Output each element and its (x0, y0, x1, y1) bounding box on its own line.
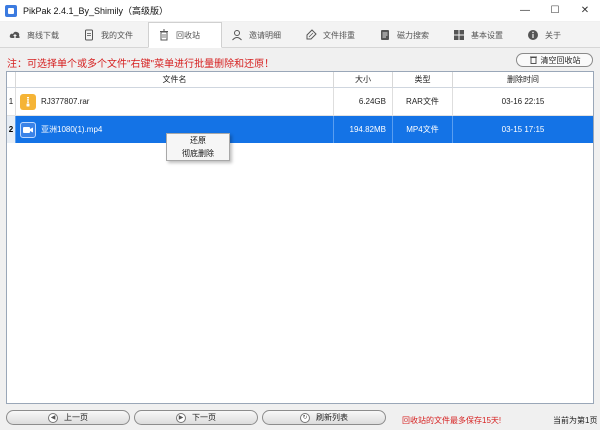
delete-time: 03-15 17:15 (501, 125, 545, 134)
file-name-cell[interactable]: RJ377807.rar (16, 88, 334, 115)
header-size[interactable]: 大小 (334, 72, 393, 88)
context-menu-delete-permanently[interactable]: 彻底删除 (167, 147, 229, 160)
tab-about[interactable]: 关于 (518, 22, 592, 48)
context-menu-restore[interactable]: 还原 (167, 134, 229, 147)
prev-page-button[interactable]: ◀ 上一页 (6, 410, 130, 425)
document-icon (379, 29, 391, 41)
file-name: 亚洲1080(1).mp4 (41, 125, 103, 134)
video-icon (20, 121, 36, 138)
tab-label: 我的文件 (101, 30, 133, 40)
prev-page-label: 上一页 (64, 413, 88, 422)
user-icon (231, 29, 243, 41)
table-row[interactable]: 1 RJ377807.rar 6.24GB RAR文件 03-16 22:15 (7, 88, 593, 115)
tab-label: 文件排重 (323, 30, 355, 40)
window-controls: — ☐ ✕ (510, 0, 600, 21)
clear-recycle-bin-button[interactable]: 清空回收站 (516, 53, 593, 67)
row-number: 1 (7, 88, 16, 115)
table-row-selected[interactable]: 2 亚洲1080(1).mp4 194.82MB MP4文件 03-15 17:… (7, 116, 593, 143)
tab-dedupe[interactable]: 文件排重 (296, 22, 370, 48)
chevron-right-icon: ▶ (176, 412, 186, 423)
tab-my-files[interactable]: 我的文件 (74, 22, 148, 48)
file-icon (83, 29, 95, 41)
row-number: 2 (7, 116, 16, 143)
tab-invite-details[interactable]: 邀请明细 (222, 22, 296, 48)
delete-time: 03-16 22:15 (501, 97, 545, 106)
notice-text: 注：可选择单个或多个文件"右键"菜单进行批量删除和还原！ (7, 59, 275, 70)
refresh-icon: ↻ (300, 412, 310, 423)
header-delete-time[interactable]: 删除时间 (453, 72, 593, 88)
info-icon (527, 29, 539, 41)
tab-bar: 离线下载 我的文件 回收站 邀请明细 文件排重 磁力搜索 基本设置 关于 (0, 22, 600, 48)
close-button[interactable]: ✕ (570, 0, 600, 21)
file-size: 6.24GB (334, 88, 393, 115)
trash-icon (158, 29, 170, 41)
tab-label: 关于 (545, 30, 561, 40)
table-header: 文件名 大小 类型 删除时间 (7, 72, 593, 88)
brush-icon (305, 29, 317, 41)
chevron-left-icon: ◀ (48, 412, 58, 423)
header-type[interactable]: 类型 (393, 72, 453, 88)
file-name: RJ377807.rar (41, 97, 90, 106)
cloud-upload-icon (9, 29, 21, 41)
bottom-bar: ◀ 上一页 ▶ 下一页 ↻ 刷新列表 回收站的文件最多保存15天! 当前为第1页 (0, 406, 600, 430)
window-title: PikPak 2.4.1_By_Shimily（高级版） (23, 6, 169, 16)
title-bar: PikPak 2.4.1_By_Shimily（高级版） — ☐ ✕ (0, 0, 600, 21)
next-page-label: 下一页 (192, 413, 216, 422)
recycle-icon (529, 55, 538, 66)
tab-label: 离线下载 (27, 30, 59, 40)
file-type: RAR文件 (393, 88, 453, 115)
tab-label: 磁力搜索 (397, 30, 429, 40)
header-rownum (7, 72, 16, 88)
tab-label: 回收站 (176, 30, 200, 40)
clear-recycle-bin-label: 清空回收站 (540, 55, 581, 65)
tab-label: 基本设置 (471, 30, 503, 40)
retention-warning: 回收站的文件最多保存15天! (402, 416, 502, 425)
header-filename[interactable]: 文件名 (16, 72, 334, 88)
archive-icon (20, 93, 36, 110)
app-logo-icon (5, 4, 17, 17)
file-type: MP4文件 (393, 116, 453, 143)
minimize-button[interactable]: — (510, 0, 540, 21)
tab-magnet-search[interactable]: 磁力搜索 (370, 22, 444, 48)
context-menu: 还原 彻底删除 (166, 133, 230, 161)
tab-basic-settings[interactable]: 基本设置 (444, 22, 518, 48)
grid-icon (453, 29, 465, 41)
refresh-list-label: 刷新列表 (316, 413, 348, 422)
next-page-button[interactable]: ▶ 下一页 (134, 410, 258, 425)
maximize-button[interactable]: ☐ (540, 0, 570, 21)
tab-offline-download[interactable]: 离线下载 (0, 22, 74, 48)
refresh-list-button[interactable]: ↻ 刷新列表 (262, 410, 386, 425)
file-table: 文件名 大小 类型 删除时间 1 RJ377807.rar 6.24GB RAR… (6, 71, 594, 404)
page-indicator: 当前为第1页 (553, 416, 598, 425)
tab-recycle-bin[interactable]: 回收站 (148, 22, 222, 48)
tab-label: 邀请明细 (249, 30, 281, 40)
file-size: 194.82MB (334, 116, 393, 143)
